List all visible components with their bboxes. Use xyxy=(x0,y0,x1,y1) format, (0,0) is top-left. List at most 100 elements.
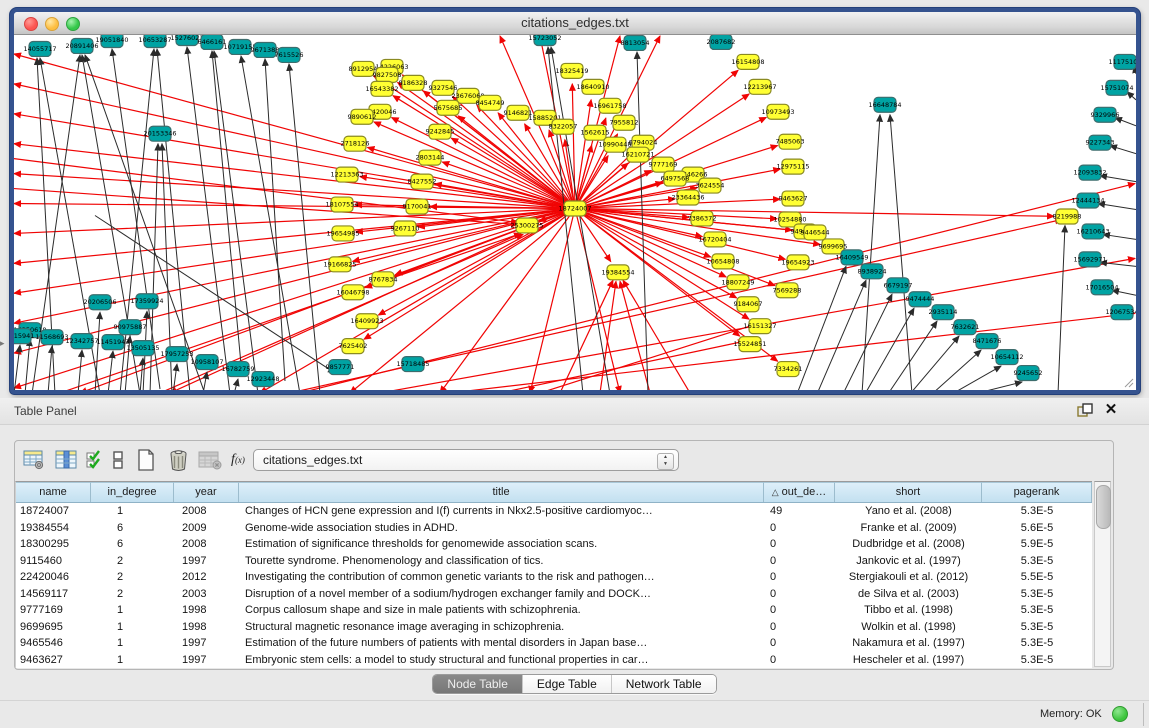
table-row[interactable]: 946362711997Embryonic stem cells: a mode… xyxy=(16,652,1092,669)
cell-short[interactable]: Stergiakouli et al. (2012) xyxy=(835,569,982,586)
graph-node[interactable]: 16409923 xyxy=(350,314,383,329)
cell-name[interactable]: 9777169 xyxy=(16,602,91,619)
cell-title[interactable]: Tourette syndrome. Phenomenology and cla… xyxy=(239,553,764,570)
graph-edge[interactable] xyxy=(623,280,690,390)
graph-edge[interactable] xyxy=(620,281,650,390)
tab-network-table[interactable]: Network Table xyxy=(612,675,716,693)
cell-in-degree[interactable]: 1 xyxy=(91,652,174,669)
cell-year[interactable]: 1997 xyxy=(174,553,239,570)
table-row[interactable]: 1456911722003Disruption of a novel membe… xyxy=(16,586,1092,603)
graph-node[interactable]: 10973493 xyxy=(761,104,794,119)
cell-year[interactable]: 1997 xyxy=(174,652,239,669)
graph-edge[interactable] xyxy=(1115,118,1136,126)
cell-year[interactable]: 1998 xyxy=(174,602,239,619)
graph-edge[interactable] xyxy=(890,115,912,390)
cell-name[interactable]: 9465546 xyxy=(16,635,91,652)
cell-in-degree[interactable]: 1 xyxy=(91,503,174,520)
cell-short[interactable]: Wolkin et al. (1998) xyxy=(835,619,982,636)
graph-edge[interactable] xyxy=(1110,146,1136,154)
cell-pagerank[interactable]: 5.3E-5 xyxy=(982,652,1092,669)
cell-year[interactable]: 2008 xyxy=(174,503,239,520)
cell-name[interactable]: 19384554 xyxy=(16,520,91,537)
cell-short[interactable]: Hescheler et al. (1997) xyxy=(835,652,982,669)
graph-node[interactable]: 12444134 xyxy=(1071,193,1104,208)
graph-edge[interactable] xyxy=(265,59,285,381)
cell-year[interactable]: 1998 xyxy=(174,619,239,636)
graph-node[interactable]: 9245652 xyxy=(1014,366,1043,381)
cell-year[interactable]: 2009 xyxy=(174,520,239,537)
cell-in-degree[interactable]: 6 xyxy=(91,536,174,553)
graph-node[interactable]: 8938924 xyxy=(858,264,887,279)
graph-edge[interactable] xyxy=(865,308,914,390)
cell-out-de-[interactable]: 0 xyxy=(764,520,835,537)
cell-title[interactable]: Estimation of the future numbers of pati… xyxy=(239,635,764,652)
cell-in-degree[interactable]: 1 xyxy=(91,619,174,636)
cell-name[interactable]: 18300295 xyxy=(16,536,91,553)
graph-node[interactable]: 8767834 xyxy=(369,272,398,287)
table-row[interactable]: 946554611997Estimation of the future num… xyxy=(16,635,1092,652)
graph-node[interactable]: 9890612 xyxy=(348,109,377,124)
delete-button[interactable] xyxy=(165,447,191,473)
graph-node[interactable]: 7955812 xyxy=(610,115,639,130)
tab-node-table[interactable]: Node Table xyxy=(433,675,523,693)
cell-year[interactable]: 1997 xyxy=(174,635,239,652)
cell-pagerank[interactable]: 5.3E-5 xyxy=(982,553,1092,570)
graph-node[interactable]: 16154808 xyxy=(731,54,764,69)
graph-edge[interactable] xyxy=(575,209,785,260)
graph-node[interactable]: 5675685 xyxy=(434,100,463,115)
cell-in-degree[interactable]: 2 xyxy=(91,553,174,570)
cell-in-degree[interactable]: 1 xyxy=(91,635,174,652)
cell-year[interactable]: 2008 xyxy=(174,536,239,553)
table-row[interactable]: 911546021997Tourette syndrome. Phenomeno… xyxy=(16,553,1092,570)
table-settings-button[interactable] xyxy=(21,447,47,473)
graph-node[interactable]: 9474444 xyxy=(906,292,935,307)
tab-edge-table[interactable]: Edge Table xyxy=(523,675,612,693)
table-row[interactable]: 1872400712008Changes of HCN gene express… xyxy=(16,503,1092,520)
graph-node[interactable]: 20891406 xyxy=(65,38,98,53)
cell-name[interactable]: 9115460 xyxy=(16,553,91,570)
cell-in-degree[interactable]: 2 xyxy=(91,569,174,586)
cell-in-degree[interactable]: 2 xyxy=(91,586,174,603)
graph-node[interactable]: 90975887 xyxy=(113,320,146,335)
graph-edge[interactable] xyxy=(1127,92,1136,100)
graph-edge[interactable] xyxy=(78,350,82,390)
table-row[interactable]: 2242004622012Investigating the contribut… xyxy=(16,569,1092,586)
graph-edge[interactable] xyxy=(560,280,613,390)
column-header-in-degree[interactable]: in_degree xyxy=(91,482,174,502)
graph-node[interactable]: 9827508 xyxy=(373,67,402,82)
cell-year[interactable]: 2003 xyxy=(174,586,239,603)
cell-pagerank[interactable]: 5.3E-5 xyxy=(982,602,1092,619)
graph-edge[interactable] xyxy=(140,358,143,390)
graph-node[interactable]: 9329966 xyxy=(1091,107,1120,122)
cell-title[interactable]: Investigating the contribution of common… xyxy=(239,569,764,586)
graph-node[interactable]: 9242845 xyxy=(426,124,455,139)
cell-out-de-[interactable]: 0 xyxy=(764,536,835,553)
cell-name[interactable]: 9699695 xyxy=(16,619,91,636)
graph-edge[interactable] xyxy=(14,159,518,223)
graph-node[interactable]: 6497568 xyxy=(661,171,690,186)
graph-node[interactable]: 7386372 xyxy=(688,211,717,226)
graph-node[interactable]: 6466161 xyxy=(198,35,227,49)
graph-node[interactable]: 16961758 xyxy=(593,98,626,113)
cell-out-de-[interactable]: 49 xyxy=(764,503,835,520)
table-scrollbar-track[interactable] xyxy=(1094,481,1111,667)
cell-out-de-[interactable]: 0 xyxy=(764,635,835,652)
graph-node[interactable]: 12067534 xyxy=(1105,305,1136,320)
column-header-title[interactable]: title xyxy=(239,482,764,502)
graph-node[interactable]: 16210643 xyxy=(1076,224,1109,239)
graph-edge[interactable] xyxy=(932,350,981,390)
network-canvas[interactable]: 1872400789129541422606398275081654338281… xyxy=(14,35,1136,390)
graph-node[interactable]: 10654808 xyxy=(706,254,739,269)
graph-node[interactable]: 2087682 xyxy=(707,35,736,49)
graph-node[interactable]: 9267110 xyxy=(391,221,420,236)
graph-node[interactable]: 9227343 xyxy=(1086,135,1115,150)
graph-node[interactable]: 8186328 xyxy=(399,75,428,90)
cell-year[interactable]: 2012 xyxy=(174,569,239,586)
graph-edge[interactable] xyxy=(289,64,320,390)
table-row[interactable]: 977716911998Corpus callosum shape and si… xyxy=(16,602,1092,619)
graph-node[interactable]: 7615526 xyxy=(275,47,304,62)
graph-edge[interactable] xyxy=(203,372,207,390)
cell-short[interactable]: Yano et al. (2008) xyxy=(835,503,982,520)
graph-node[interactable]: 9446544 xyxy=(801,225,830,240)
cell-name[interactable]: 14569117 xyxy=(16,586,91,603)
